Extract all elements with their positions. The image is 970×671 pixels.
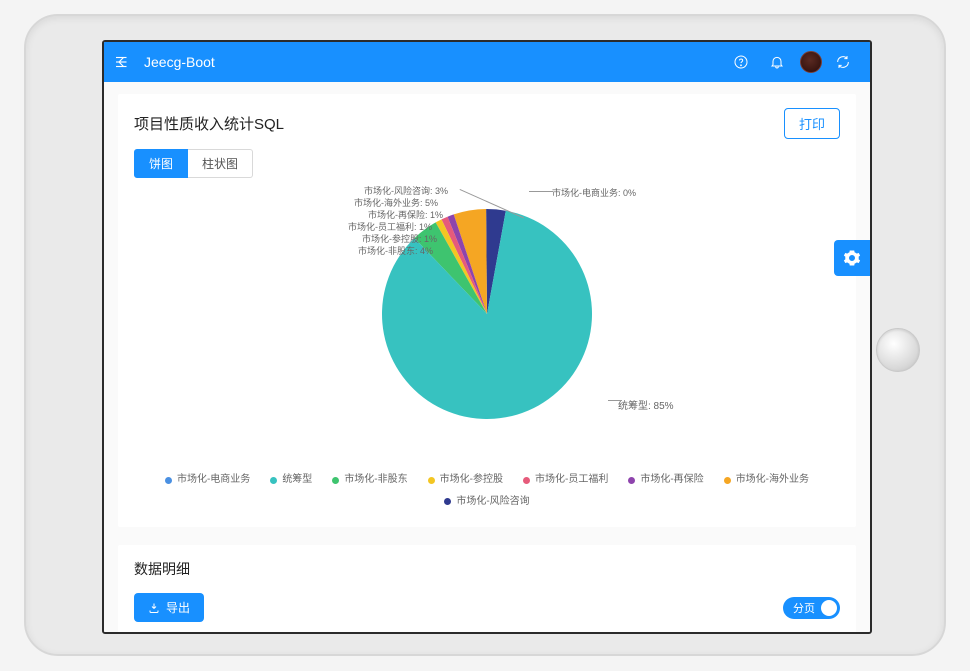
legend-dot-icon	[165, 477, 172, 484]
legend-item[interactable]: 市场化-员工福利	[523, 470, 608, 490]
brand-title: Jeecg-Boot	[144, 54, 215, 70]
legend-dot-icon	[444, 498, 451, 505]
chart-type-tabs: 饼图柱状图	[134, 149, 840, 178]
export-label: 导出	[166, 599, 190, 616]
download-icon	[148, 602, 160, 614]
legend-dot-icon	[628, 477, 635, 484]
app-header: Jeecg-Boot	[104, 42, 870, 82]
slice-label: 市场化-电商业务: 0%	[552, 186, 636, 199]
legend-dot-icon	[724, 477, 731, 484]
tab-pie[interactable]: 饼图	[134, 149, 188, 178]
page-title: 项目性质收入统计SQL	[134, 113, 284, 134]
legend-dot-icon	[332, 477, 339, 484]
legend-item[interactable]: 市场化-海外业务	[724, 470, 809, 490]
legend-item[interactable]: 市场化-参控股	[428, 470, 503, 490]
toggle-knob-icon	[821, 600, 837, 616]
bell-icon[interactable]	[762, 47, 792, 77]
legend-label: 市场化-风险咨询	[456, 492, 529, 512]
legend-dot-icon	[270, 477, 277, 484]
legend-dot-icon	[428, 477, 435, 484]
screen: Jeecg-Boot 项目性质收入统计SQL 打印 饼图柱状图	[102, 40, 872, 634]
legend-label: 统筹型	[282, 470, 312, 490]
legend-item[interactable]: 市场化-再保险	[628, 470, 703, 490]
legend-label: 市场化-海外业务	[736, 470, 809, 490]
tablet-frame: Jeecg-Boot 项目性质收入统计SQL 打印 饼图柱状图	[24, 14, 946, 656]
export-button[interactable]: 导出	[134, 593, 204, 622]
avatar[interactable]	[800, 51, 822, 73]
legend-item[interactable]: 统筹型	[270, 470, 312, 490]
detail-card: 数据明细 导出 分页 #项目性质保险经纪佣金费风险咨询费承保公估评估费保险公估费…	[118, 545, 856, 634]
legend-dot-icon	[523, 477, 530, 484]
paging-label: 分页	[793, 600, 815, 616]
legend-label: 市场化-电商业务	[177, 470, 250, 490]
tab-bar[interactable]: 柱状图	[188, 149, 253, 178]
menu-toggle-icon[interactable]	[108, 48, 136, 76]
legend-label: 市场化-非股东	[344, 470, 407, 490]
legend-item[interactable]: 市场化-风险咨询	[444, 492, 529, 512]
legend-item[interactable]: 市场化-电商业务	[165, 470, 250, 490]
chart-card: 项目性质收入统计SQL 打印 饼图柱状图 市场化-风险咨询: 3% 市场化-海外…	[118, 94, 856, 527]
home-button-icon	[876, 328, 920, 372]
chart-legend: 市场化-电商业务 统筹型 市场化-非股东 市场化-参控股 市场化-员工福利 市场化-再保险…	[134, 470, 840, 513]
slice-label: 市场化-非股东: 4%	[358, 244, 433, 257]
detail-title: 数据明细	[134, 559, 840, 579]
print-button[interactable]: 打印	[784, 108, 840, 139]
legend-label: 市场化-再保险	[640, 470, 703, 490]
help-icon[interactable]	[726, 47, 756, 77]
slice-label: 统筹型: 85%	[618, 397, 674, 412]
paging-toggle[interactable]: 分页	[783, 597, 840, 619]
refresh-icon[interactable]	[828, 47, 858, 77]
pie-chart: 市场化-风险咨询: 3% 市场化-海外业务: 5% 市场化-再保险: 1% 市场…	[134, 184, 840, 464]
legend-label: 市场化-员工福利	[535, 470, 608, 490]
legend-label: 市场化-参控股	[440, 470, 503, 490]
legend-item[interactable]: 市场化-非股东	[332, 470, 407, 490]
page-body: 项目性质收入统计SQL 打印 饼图柱状图 市场化-风险咨询: 3% 市场化-海外…	[104, 82, 870, 634]
